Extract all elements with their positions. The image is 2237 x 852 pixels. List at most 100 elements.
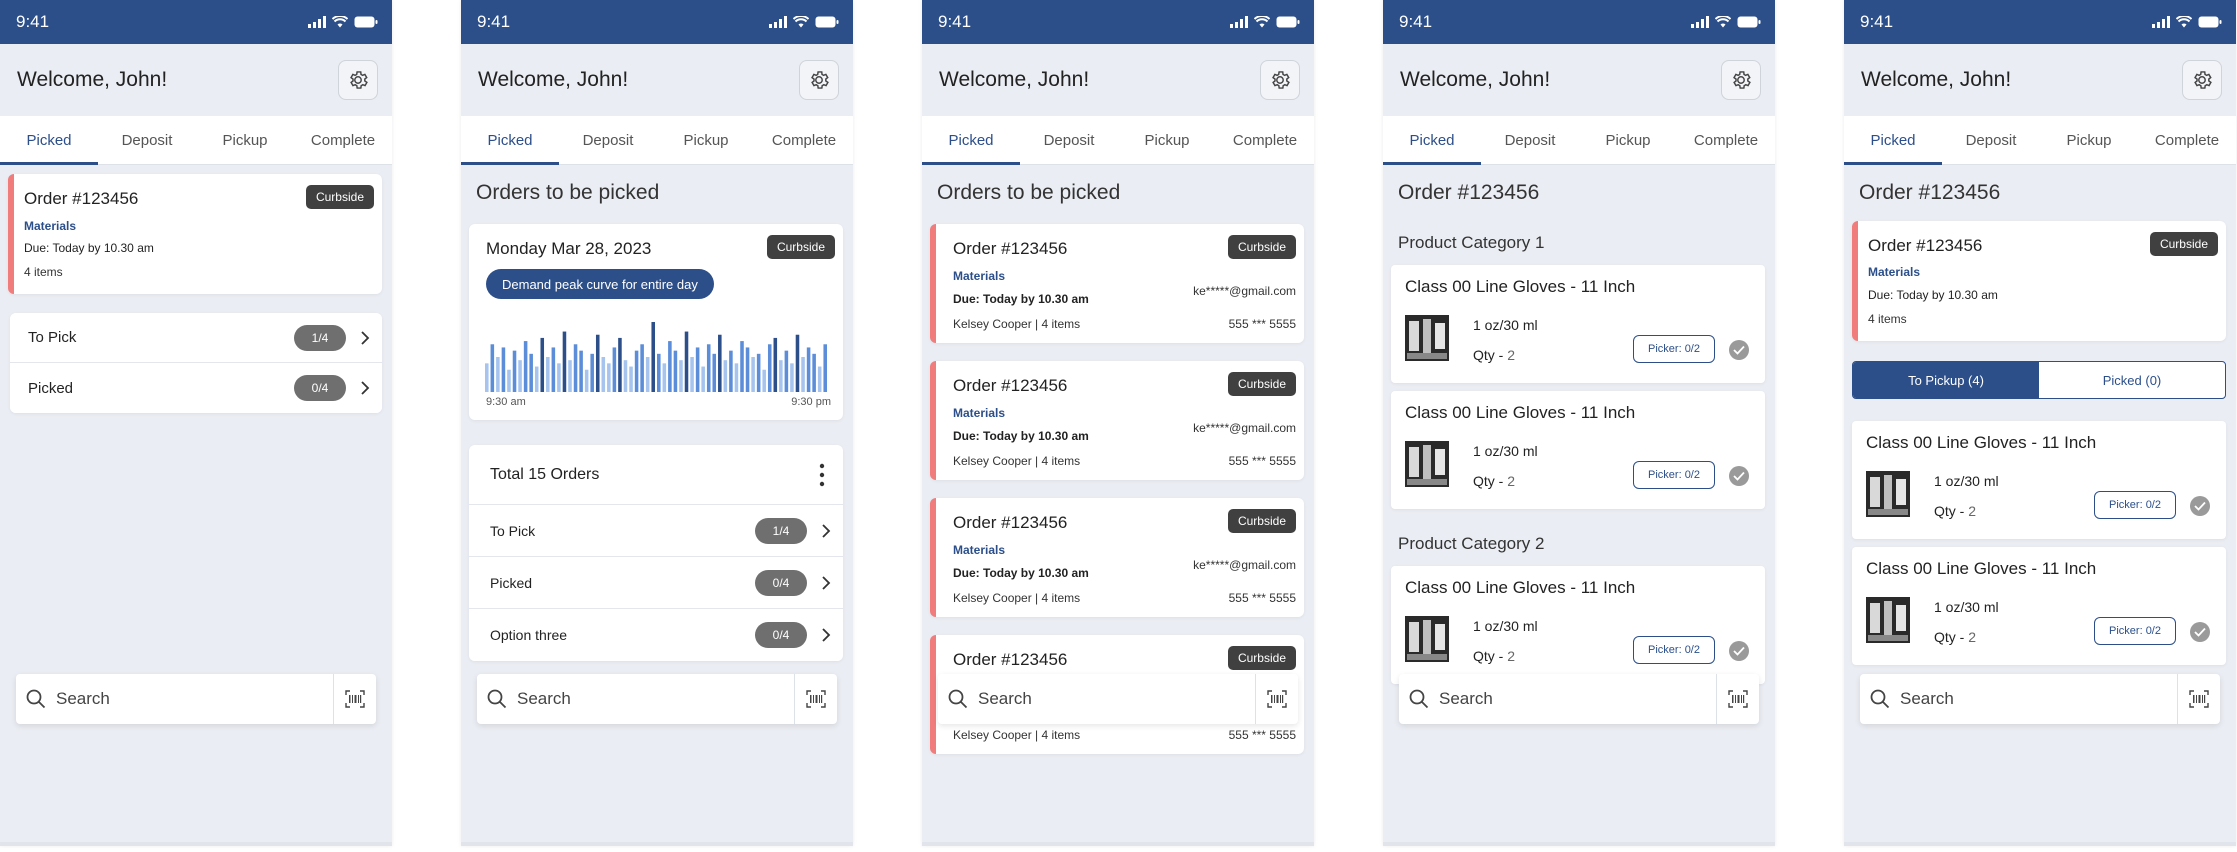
chart-bar — [762, 369, 766, 392]
list-item[interactable]: To Pick 1/4 — [469, 505, 843, 557]
product-name: Class 00 Line Gloves - 11 Inch — [1866, 433, 2097, 452]
wifi-icon — [1715, 16, 1731, 28]
order-card[interactable]: Order #123456 Curbside Materials ke*****… — [930, 361, 1304, 480]
tab-deposit[interactable]: Deposit — [1942, 116, 2040, 164]
tab-picked[interactable]: Picked — [461, 116, 559, 165]
chart-bar — [612, 347, 617, 392]
tab-pickup[interactable]: Pickup — [1118, 116, 1216, 164]
picker-button[interactable]: Picker: 0/2 — [1633, 636, 1715, 664]
tab-complete[interactable]: Complete — [294, 116, 392, 164]
check-icon[interactable] — [1729, 340, 1749, 360]
order-card[interactable]: Order #123456 Curbside Materials Due: To… — [1852, 221, 2226, 341]
picker-button[interactable]: Picker: 0/2 — [2094, 491, 2176, 519]
tab-pickup[interactable]: Pickup — [657, 116, 755, 164]
due-text: Due: Today by 10.30 am — [24, 241, 154, 255]
chart-bar — [695, 347, 700, 392]
tab-deposit[interactable]: Deposit — [1481, 116, 1579, 164]
bottom-edge — [1383, 842, 1775, 846]
segment-picked[interactable]: Picked (0) — [2039, 362, 2225, 398]
product-card[interactable]: Class 00 Line Gloves - 11 Inch 1 oz/30 m… — [1852, 421, 2226, 539]
tab-pickup[interactable]: Pickup — [196, 116, 294, 164]
search-bar: Search — [477, 674, 837, 724]
barcode-scan-button[interactable] — [2178, 690, 2220, 708]
barcode-scan-button[interactable] — [1717, 690, 1759, 708]
check-icon[interactable] — [2190, 622, 2210, 642]
search-input[interactable]: Search — [16, 674, 334, 724]
tab-picked[interactable]: Picked — [1383, 116, 1481, 165]
chart-bar — [485, 363, 489, 392]
tab-complete[interactable]: Complete — [755, 116, 853, 164]
section-title: Orders to be picked — [937, 181, 1121, 204]
search-input[interactable]: Search — [477, 674, 795, 724]
picker-button[interactable]: Picker: 0/2 — [2094, 617, 2176, 645]
product-card[interactable]: Class 00 Line Gloves - 11 Inch 1 oz/30 m… — [1391, 566, 1765, 684]
barcode-scan-icon — [1728, 690, 1748, 708]
settings-button[interactable] — [2182, 60, 2222, 100]
wifi-icon — [2176, 16, 2192, 28]
wifi-icon — [793, 16, 809, 28]
demand-curve-button[interactable]: Demand peak curve for entire day — [486, 269, 714, 299]
settings-button[interactable] — [1260, 60, 1300, 100]
demand-bar-chart — [485, 322, 827, 392]
order-card[interactable]: Order #123456 Curbside Materials Due: To… — [8, 174, 382, 294]
barcode-scan-button[interactable] — [334, 690, 376, 708]
app-header: Welcome, John! — [1383, 44, 1775, 116]
app-header: Welcome, John! — [1844, 44, 2236, 116]
segment-to-pickup[interactable]: To Pickup (4) — [1853, 362, 2039, 398]
order-card[interactable]: Order #123456 Curbside Materials ke*****… — [930, 224, 1304, 343]
settings-button[interactable] — [1721, 60, 1761, 100]
tab-pickup[interactable]: Pickup — [2040, 116, 2138, 164]
check-icon[interactable] — [1729, 466, 1749, 486]
list-item[interactable]: To Pick 1/4 — [10, 313, 382, 363]
status-icons — [1230, 16, 1300, 28]
picker-button[interactable]: Picker: 0/2 — [1633, 335, 1715, 363]
tab-picked[interactable]: Picked — [922, 116, 1020, 165]
chart-bar — [551, 347, 556, 392]
product-card[interactable]: Class 00 Line Gloves - 11 Inch 1 oz/30 m… — [1391, 265, 1765, 383]
materials-label: Materials — [1868, 265, 1921, 279]
order-card[interactable]: Order #123456 Curbside Materials ke*****… — [930, 498, 1304, 617]
gear-icon — [1272, 71, 1290, 89]
materials-label: Materials — [953, 406, 1006, 420]
tab-complete[interactable]: Complete — [2138, 116, 2236, 164]
tab-picked[interactable]: Picked — [1844, 116, 1942, 165]
gear-icon — [2194, 71, 2212, 89]
tab-pickup[interactable]: Pickup — [1579, 116, 1677, 164]
chart-bar — [584, 369, 589, 392]
tab-deposit[interactable]: Deposit — [98, 116, 196, 164]
qty-value: 2 — [1507, 473, 1516, 489]
chart-date: Monday Mar 28, 2023 — [486, 239, 652, 258]
product-card[interactable]: Class 00 Line Gloves - 11 Inch 1 oz/30 m… — [1391, 391, 1765, 509]
check-icon[interactable] — [2190, 496, 2210, 516]
tab-picked[interactable]: Picked — [0, 116, 98, 165]
barcode-scan-button[interactable] — [795, 690, 837, 708]
tab-bar: Picked Deposit Pickup Complete — [0, 116, 392, 165]
product-card[interactable]: Class 00 Line Gloves - 11 Inch 1 oz/30 m… — [1852, 547, 2226, 665]
list-item[interactable]: Picked 0/4 — [10, 363, 382, 413]
tab-complete[interactable]: Complete — [1677, 116, 1775, 164]
tab-complete[interactable]: Complete — [1216, 116, 1314, 164]
settings-button[interactable] — [338, 60, 378, 100]
settings-button[interactable] — [799, 60, 839, 100]
chart-bar — [490, 344, 495, 392]
barcode-scan-button[interactable] — [1256, 690, 1298, 708]
product-qty: Qty - 2 — [1473, 473, 1515, 489]
chevron-right-icon — [361, 330, 370, 345]
chart-bar — [729, 350, 733, 392]
search-input[interactable]: Search — [1399, 674, 1717, 724]
search-input[interactable]: Search — [1860, 674, 2178, 724]
phone-screen-5: 9:41 Welcome, John! Picked Deposit Picku… — [1844, 0, 2236, 846]
tab-deposit[interactable]: Deposit — [1020, 116, 1118, 164]
list-item[interactable]: Picked 0/4 — [469, 557, 843, 609]
order-title: Order #123456 — [953, 239, 1068, 258]
picker-button[interactable]: Picker: 0/2 — [1633, 461, 1715, 489]
list-item[interactable]: Option three 0/4 — [469, 609, 843, 661]
search-input[interactable]: Search — [938, 674, 1256, 724]
tab-deposit[interactable]: Deposit — [559, 116, 657, 164]
chart-bar — [623, 360, 628, 392]
bottom-edge — [922, 842, 1314, 846]
chart-bar — [595, 334, 600, 392]
more-vertical-icon[interactable] — [819, 463, 825, 487]
check-icon[interactable] — [1729, 641, 1749, 661]
search-placeholder: Search — [1439, 689, 1493, 708]
